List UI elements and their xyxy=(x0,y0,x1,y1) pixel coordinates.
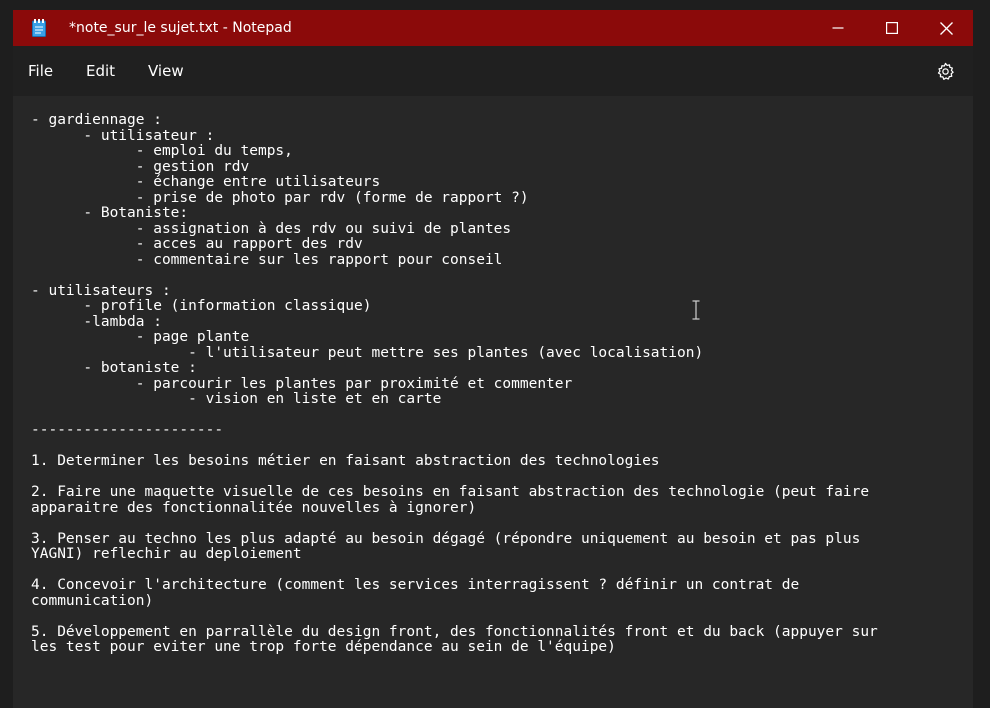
maximize-button[interactable] xyxy=(865,10,919,46)
editor-content[interactable]: - gardiennage : - utilisateur : - emploi… xyxy=(31,112,878,656)
gear-icon[interactable] xyxy=(936,62,955,81)
menu-bar: File Edit View xyxy=(13,46,973,96)
notepad-icon xyxy=(32,19,46,37)
close-button[interactable] xyxy=(919,10,973,46)
title-bar[interactable]: *note_sur_le sujet.txt - Notepad xyxy=(13,10,973,46)
notepad-window: *note_sur_le sujet.txt - Notepad File Ed… xyxy=(13,10,973,708)
maximize-icon xyxy=(886,22,898,34)
close-icon xyxy=(939,21,953,35)
menu-file[interactable]: File xyxy=(28,61,53,81)
minimize-button[interactable] xyxy=(811,10,865,46)
text-editor[interactable]: - gardiennage : - utilisateur : - emploi… xyxy=(13,96,973,708)
minimize-icon xyxy=(832,27,844,29)
text-cursor-icon xyxy=(692,300,700,320)
menu-edit[interactable]: Edit xyxy=(86,61,115,81)
window-title: *note_sur_le sujet.txt - Notepad xyxy=(69,20,292,36)
menu-view[interactable]: View xyxy=(148,61,184,81)
